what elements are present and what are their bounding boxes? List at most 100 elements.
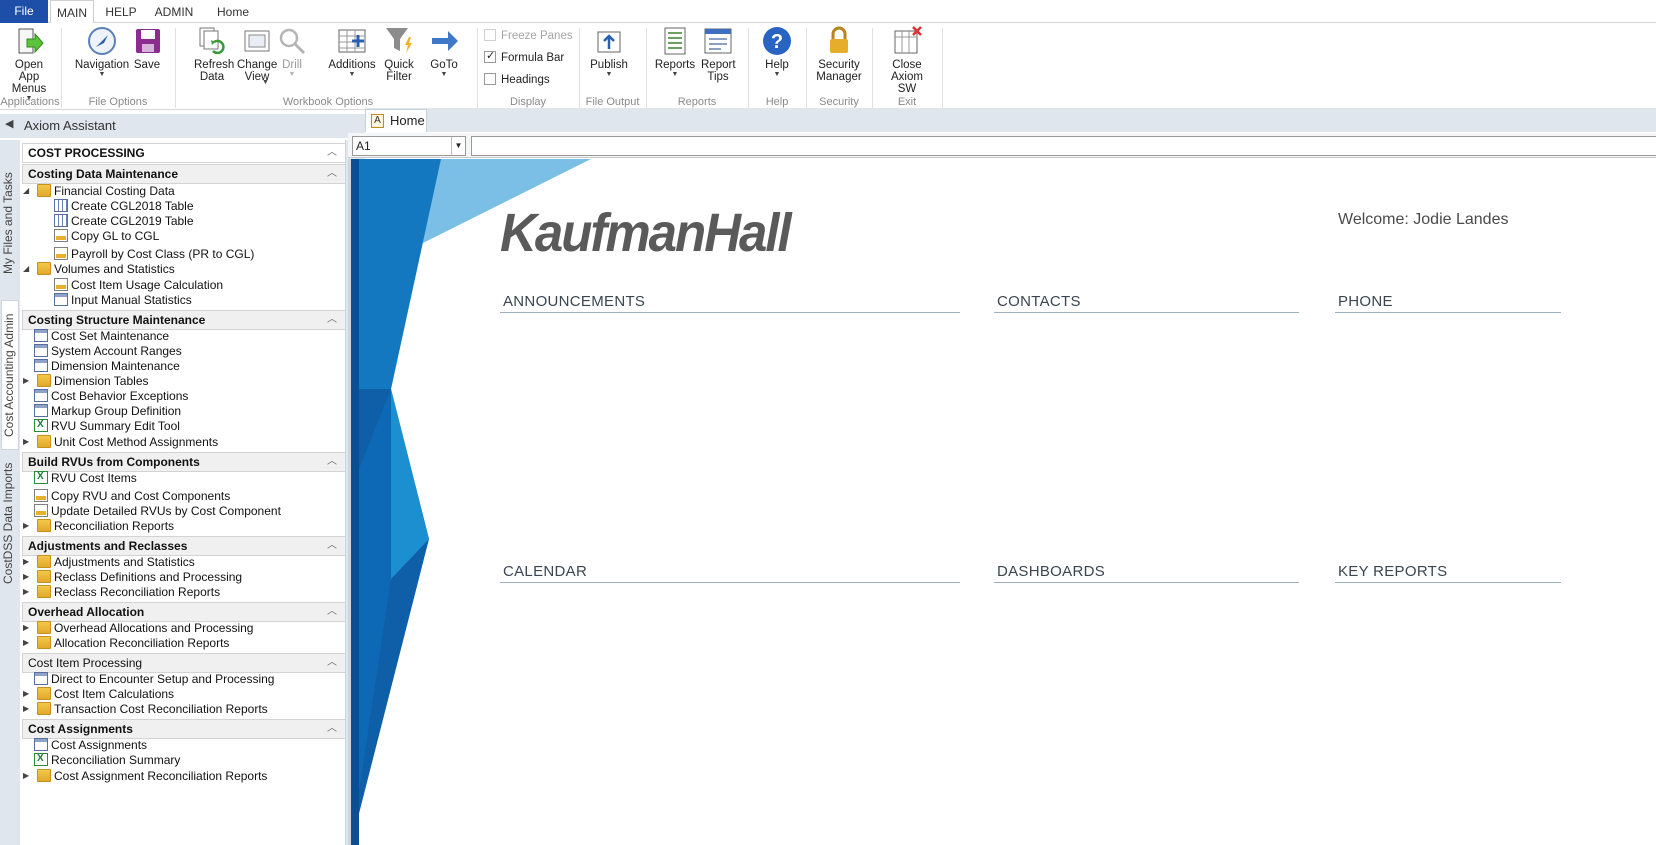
section-costing-data-maintenance[interactable]: Costing Data Maintenance ︿ <box>22 164 345 184</box>
section-costing-structure-maintenance[interactable]: Costing Structure Maintenance ︿ <box>22 310 345 330</box>
section-cost-processing[interactable]: COST PROCESSING ︿ <box>22 143 345 163</box>
tab-main[interactable]: MAIN <box>50 0 94 24</box>
formula-input[interactable] <box>471 136 1656 156</box>
collapsed-icon[interactable]: ▶ <box>23 635 29 651</box>
tree-item-rvu-summary-edit-tool[interactable]: RVU Summary Edit Tool <box>34 417 180 434</box>
freeze-panes-checkbox[interactable]: Freeze Panes <box>484 29 573 45</box>
publish-label: Publish <box>590 59 628 71</box>
collapsed-icon[interactable]: ▶ <box>23 373 29 389</box>
tree-folder-reclass-reconciliation[interactable]: ▶ Reclass Reconciliation Reports <box>23 584 220 600</box>
tab-home[interactable]: Home <box>212 0 254 24</box>
tab-admin[interactable]: ADMIN <box>150 0 198 24</box>
additions-button[interactable]: Additions ▼ <box>324 25 380 79</box>
tree-folder-reconciliation-reports[interactable]: ▶ Reconciliation Reports <box>23 518 174 534</box>
chevron-up-icon[interactable]: ︿ <box>327 144 337 162</box>
tree-label: Cost Item Usage Calculation <box>71 278 224 292</box>
tab-file[interactable]: File <box>0 0 48 23</box>
collapsed-icon[interactable]: ▶ <box>23 620 29 636</box>
chevron-up-icon[interactable]: ︿ <box>327 453 337 471</box>
tree-item-rvu-cost-items[interactable]: RVU Cost Items <box>34 469 137 486</box>
tree-item-direct-to-encounter[interactable]: Direct to Encounter Setup and Processing <box>34 671 274 687</box>
section-adjustments-and-reclasses[interactable]: Adjustments and Reclasses ︿ <box>22 536 345 556</box>
tab-help[interactable]: HELP <box>100 0 142 24</box>
headings-label: Headings <box>501 74 550 86</box>
tree-folder-reclass-definitions[interactable]: ▶ Reclass Definitions and Processing <box>23 569 242 585</box>
refresh-data-button[interactable]: Refresh Data <box>188 25 236 83</box>
collapsed-icon[interactable]: ▶ <box>23 686 29 702</box>
tree-label: Direct to Encounter Setup and Processing <box>51 672 275 686</box>
chevron-up-icon[interactable]: ︿ <box>327 537 337 555</box>
section-overhead-allocation[interactable]: Overhead Allocation ︿ <box>22 602 345 622</box>
tree-item-cost-assignments[interactable]: Cost Assignments <box>34 737 147 753</box>
name-box[interactable]: A1 ▼ <box>352 136 466 156</box>
tab-home-document[interactable]: A Home <box>365 109 427 132</box>
tree-item-cost-behavior-exceptions[interactable]: Cost Behavior Exceptions <box>34 388 188 404</box>
tree-folder-adjustments-and-statistics[interactable]: ▶ Adjustments and Statistics <box>23 554 195 570</box>
chevron-up-icon[interactable]: ︿ <box>327 720 337 738</box>
tree-item-cost-item-usage[interactable]: Cost Item Usage Calculation <box>54 277 223 293</box>
tree-folder-unit-cost-method[interactable]: ▶ Unit Cost Method Assignments <box>23 434 218 450</box>
publish-button[interactable]: Publish ▼ <box>588 25 630 79</box>
expanded-icon[interactable]: ◢ <box>23 261 29 277</box>
tree-item-copy-gl-to-cgl[interactable]: Copy GL to CGL <box>54 228 159 244</box>
tree-item-create-cgl2019[interactable]: Create CGL2019 Table <box>54 213 194 229</box>
tree-folder-cost-assignment-reconciliation[interactable]: ▶ Cost Assignment Reconciliation Reports <box>23 768 267 784</box>
tree-folder-dimension-tables[interactable]: ▶ Dimension Tables <box>23 373 149 389</box>
close-axiom-button[interactable]: Close Axiom SW <box>878 25 936 95</box>
tree-item-reconciliation-summary[interactable]: Reconciliation Summary <box>34 751 180 768</box>
collapsed-icon[interactable]: ▶ <box>23 518 29 534</box>
tree-item-markup-group-definition[interactable]: Markup Group Definition <box>34 403 181 419</box>
collapsed-icon[interactable]: ▶ <box>23 554 29 570</box>
chevron-up-icon[interactable]: ︿ <box>327 311 337 329</box>
security-manager-button[interactable]: Security Manager <box>812 25 866 83</box>
tree-folder-financial-costing-data[interactable]: ◢ Financial Costing Data <box>23 183 175 199</box>
tree-item-copy-rvu[interactable]: Copy RVU and Cost Components <box>34 488 230 504</box>
side-tab-my-files[interactable]: My Files and Tasks <box>1 158 19 288</box>
tree-folder-cost-item-calculations[interactable]: ▶ Cost Item Calculations <box>23 686 174 702</box>
chevron-up-icon[interactable]: ︿ <box>327 603 337 621</box>
save-button[interactable]: Save <box>132 25 162 71</box>
reports-button[interactable]: Reports ▼ <box>654 25 696 79</box>
ribbon-tab-bar: File MAIN HELP ADMIN Home <box>0 0 1656 24</box>
section-cost-item-processing[interactable]: Cost Item Processing ︿ <box>22 653 345 673</box>
side-tab-cost-accounting-admin[interactable]: Cost Accounting Admin <box>1 300 19 450</box>
side-tab-costdss-data-imports[interactable]: CostDSS Data Imports <box>1 458 19 588</box>
drill-button[interactable]: Drill ▼ <box>275 25 309 79</box>
tree-folder-volumes-and-statistics[interactable]: ◢ Volumes and Statistics <box>23 261 175 277</box>
tree-item-create-cgl2018[interactable]: Create CGL2018 Table <box>54 198 194 214</box>
process-icon <box>54 278 68 291</box>
collapsed-icon[interactable]: ▶ <box>23 584 29 600</box>
additions-icon <box>338 29 366 53</box>
help-button[interactable]: ? Help ▼ <box>758 25 796 79</box>
folder-icon <box>37 374 51 387</box>
section-cost-assignments[interactable]: Cost Assignments ︿ <box>22 719 345 739</box>
chevron-up-icon[interactable]: ︿ <box>327 165 337 183</box>
goto-button[interactable]: GoTo ▼ <box>426 25 462 79</box>
collapsed-icon[interactable]: ▶ <box>23 768 29 784</box>
quick-filter-button[interactable]: Quick Filter <box>382 25 416 83</box>
tree-item-payroll-by-cost-class[interactable]: Payroll by Cost Class (PR to CGL) <box>54 246 254 262</box>
navigation-button[interactable]: Navigation ▼ <box>72 25 132 79</box>
change-view-button[interactable]: Change View ▼ <box>236 25 278 86</box>
section-build-rvus[interactable]: Build RVUs from Components ︿ <box>22 452 345 472</box>
spreadsheet-icon <box>34 751 48 767</box>
tree-folder-transaction-cost-reconciliation[interactable]: ▶ Transaction Cost Reconciliation Reports <box>23 701 268 717</box>
tree-item-input-manual-statistics[interactable]: Input Manual Statistics <box>54 292 192 308</box>
collapse-panel-icon[interactable]: ◀ <box>5 117 13 130</box>
tree-item-cost-set-maintenance[interactable]: Cost Set Maintenance <box>34 328 169 344</box>
tree-folder-overhead-allocations[interactable]: ▶ Overhead Allocations and Processing <box>23 620 253 636</box>
tree-item-system-account-ranges[interactable]: System Account Ranges <box>34 343 182 359</box>
collapsed-icon[interactable]: ▶ <box>23 701 29 717</box>
expanded-icon[interactable]: ◢ <box>23 183 29 199</box>
report-tips-button[interactable]: Report Tips <box>698 25 738 83</box>
formula-bar-checkbox[interactable]: Formula Bar <box>484 49 564 67</box>
open-app-menus-button[interactable]: Open App Menus ▼ <box>2 25 56 103</box>
collapsed-icon[interactable]: ▶ <box>23 569 29 585</box>
tree-item-dimension-maintenance[interactable]: Dimension Maintenance <box>34 358 180 374</box>
tree-folder-allocation-reconciliation[interactable]: ▶ Allocation Reconciliation Reports <box>23 635 229 651</box>
chevron-up-icon[interactable]: ︿ <box>327 654 337 672</box>
collapsed-icon[interactable]: ▶ <box>23 434 29 450</box>
tree-item-update-detailed-rvus[interactable]: Update Detailed RVUs by Cost Component <box>34 503 281 519</box>
headings-checkbox[interactable]: Headings <box>484 73 550 89</box>
chevron-down-icon[interactable]: ▼ <box>451 137 465 155</box>
